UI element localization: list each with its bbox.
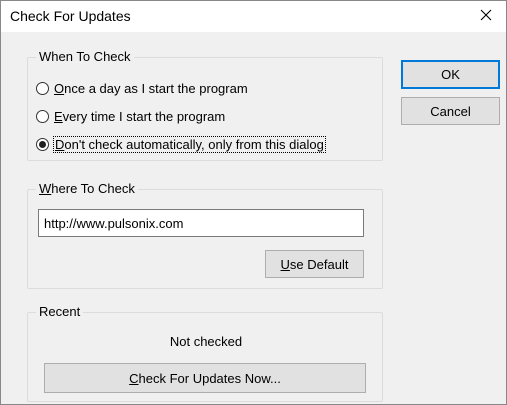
radio-every-time-label: Every time I start the program xyxy=(54,108,226,124)
recent-legend: Recent xyxy=(36,304,84,320)
check-for-updates-dialog: Check For Updates When To Check Once a d… xyxy=(0,0,507,405)
ok-label: OK xyxy=(441,67,460,82)
radio-circle xyxy=(36,109,49,123)
radio-circle-selected xyxy=(36,137,49,151)
use-default-button[interactable]: Use Default xyxy=(265,250,364,278)
check-for-updates-now-button[interactable]: Check For Updates Now... xyxy=(44,363,366,393)
cancel-label: Cancel xyxy=(430,103,471,119)
window-title: Check For Updates xyxy=(10,8,131,24)
radio-selected-dot xyxy=(39,140,46,148)
check-for-updates-now-label: Check For Updates Now... xyxy=(129,370,281,386)
title-bar: Check For Updates xyxy=(1,1,506,32)
update-status-text: Not checked xyxy=(169,334,243,349)
close-button[interactable] xyxy=(466,1,506,32)
ok-button[interactable]: OK xyxy=(401,60,500,89)
recent-group: Recent Not checked Check For Updates Now… xyxy=(27,304,383,402)
radio-dont-check-automatically-label: Don't check automatically, only from thi… xyxy=(53,135,326,153)
use-default-label: Use Default xyxy=(280,256,349,272)
radio-every-time[interactable]: Every time I start the program xyxy=(36,107,225,125)
when-to-check-legend: When To Check xyxy=(36,49,134,65)
where-to-check-legend: Where To Check xyxy=(36,181,138,197)
when-to-check-group: When To Check Once a day as I start the … xyxy=(27,49,383,161)
radio-dont-check-automatically[interactable]: Don't check automatically, only from thi… xyxy=(36,135,326,153)
radio-circle xyxy=(36,81,49,95)
radio-once-a-day-label: Once a day as I start the program xyxy=(54,80,248,96)
url-input[interactable] xyxy=(38,209,364,237)
close-icon xyxy=(480,9,492,24)
cancel-button[interactable]: Cancel xyxy=(401,97,500,125)
radio-once-a-day[interactable]: Once a day as I start the program xyxy=(36,79,248,97)
where-to-check-group: Where To Check Use Default xyxy=(27,181,383,289)
